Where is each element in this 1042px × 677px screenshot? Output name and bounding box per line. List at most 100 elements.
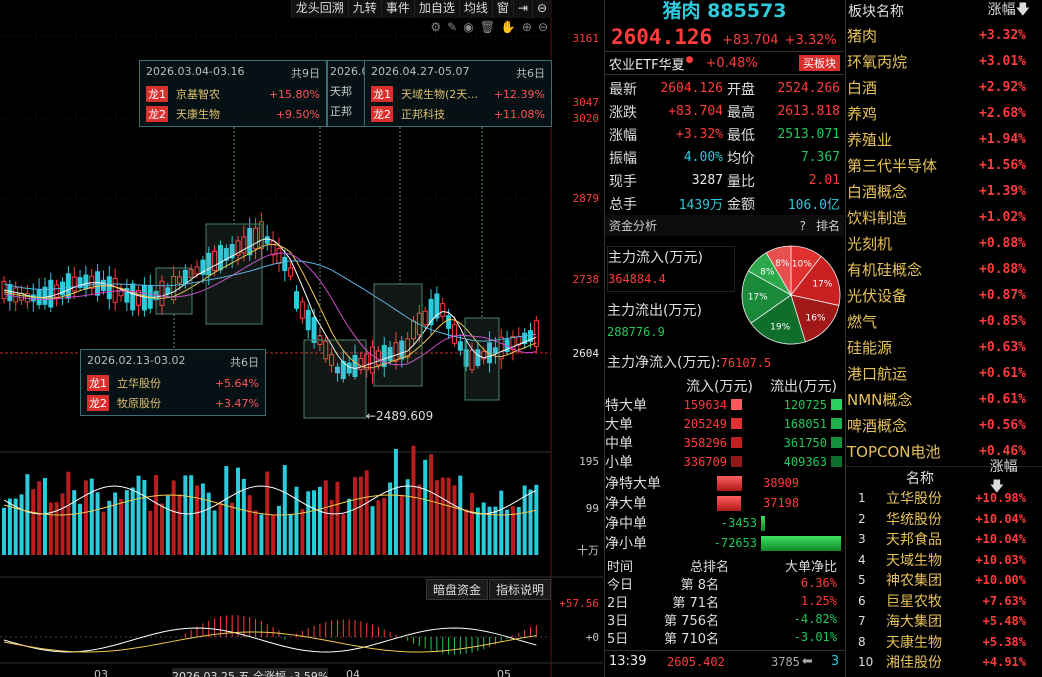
zoom-in-icon[interactable]: ⊕ <box>522 20 532 34</box>
pen-icon[interactable]: ✎ <box>447 20 457 34</box>
popup-stock[interactable]: 天康生物 <box>176 106 276 122</box>
stock-item[interactable]: 7 海大集团 +5.48% <box>846 611 1042 632</box>
net-flow-bar <box>717 496 741 511</box>
toolbar-add-watchlist[interactable]: 加自选 <box>413 0 459 18</box>
etf-name[interactable]: 农业ETF华夏 <box>609 54 685 73</box>
toolbar-nine-turn[interactable]: 九转 <box>347 0 381 18</box>
sector-name-header[interactable]: 板块名称 <box>848 1 904 21</box>
buy-sector-button[interactable]: 买板块 <box>799 55 840 71</box>
eye-icon[interactable]: ◉ <box>463 20 473 34</box>
indicator-axis-label: +0 <box>585 631 599 644</box>
stock-item[interactable]: 2 华统股份 +10.04% <box>846 509 1042 530</box>
stock-item[interactable]: 4 天域生物 +10.03% <box>846 550 1042 571</box>
indicator-desc-button[interactable]: 指标说明 <box>489 579 552 600</box>
dragon-popup[interactable]: 2026.04.0 天邦 正邦 <box>327 60 365 127</box>
popup-stock[interactable]: 天邦 <box>330 83 358 99</box>
popup-stock[interactable]: 牧原股份 <box>117 395 215 411</box>
volume-bar <box>376 500 381 555</box>
sector-pct-header[interactable]: 涨幅 <box>988 2 1016 18</box>
toolbar-dragon-review[interactable]: 龙头回溯 <box>290 0 348 18</box>
volume-bar <box>113 492 118 555</box>
sector-item[interactable]: 燃气 +0.85% <box>846 308 1042 334</box>
candle-body <box>446 315 452 329</box>
dragon-popup[interactable]: 2026.02.13-03.02 共6日 龙1 立华股份 +5.64% 龙2 牧原股份 +… <box>80 349 266 416</box>
chart-toolbar: 龙头回溯 九转 事件 加自选 均线 窗 ⇥ ⊖ <box>290 0 551 18</box>
sector-name: 港口航运 <box>847 364 908 383</box>
trash-icon[interactable]: 🗑 <box>480 20 495 34</box>
volume-bar <box>171 480 176 555</box>
sector-item[interactable]: 硅能源 +0.63% <box>846 334 1042 360</box>
hand-icon[interactable]: ✋ <box>501 20 516 34</box>
sector-item[interactable]: 啤酒概念 +0.56% <box>846 412 1042 438</box>
popup-stock[interactable]: 正邦 <box>330 103 358 119</box>
stock-rank: 7 <box>858 614 866 629</box>
volume-bar <box>83 480 88 555</box>
popup-stock[interactable]: 京基智农 <box>176 86 269 102</box>
sector-item[interactable]: 养鸡 +2.68% <box>846 100 1042 126</box>
sector-item[interactable]: 第三代半导体 +1.56% <box>846 152 1042 178</box>
etf-row[interactable]: 农业ETF华夏 ● +0.48% 买板块 <box>605 52 844 74</box>
expand-icon[interactable]: ⇥ <box>512 0 532 18</box>
quote-value: +83.704 <box>668 104 723 119</box>
stock-pct-header[interactable]: 涨幅 <box>990 459 1018 475</box>
dark-pool-button[interactable]: 暗盘资金 <box>426 579 489 600</box>
flow-in-value: 159634 <box>683 397 727 412</box>
stock-item[interactable]: 3 天邦食品 +10.04% <box>846 529 1042 550</box>
sector-item[interactable]: 白酒概念 +1.39% <box>846 178 1042 204</box>
sector-name: TOPCON电池 <box>847 442 941 461</box>
toolbar-ma[interactable]: 均线 <box>458 0 492 18</box>
volume-bar <box>329 499 334 555</box>
sector-name: 环氧丙烷 <box>847 52 908 71</box>
sector-pct: +2.92% <box>979 79 1026 95</box>
arrow-left-icon: ⬅ <box>801 654 813 669</box>
sector-item[interactable]: NMN概念 +0.61% <box>846 386 1042 412</box>
settings-icon[interactable]: ⚙ <box>430 20 441 34</box>
toolbar-events[interactable]: 事件 <box>380 0 414 18</box>
stock-item[interactable]: 10 湘佳股份 +4.91% <box>846 652 1042 673</box>
stock-item[interactable]: 5 神农集团 +10.00% <box>846 570 1042 591</box>
volume-bar <box>177 494 182 555</box>
sector-item[interactable]: 猪肉 +3.32% <box>846 22 1042 48</box>
help-icon[interactable]: ? <box>800 219 806 233</box>
sector-item[interactable]: 饮料制造 +1.02% <box>846 204 1042 230</box>
volume-bar <box>259 514 264 555</box>
fund-rank-link[interactable]: 排名 <box>816 219 840 233</box>
volume-bar <box>142 479 147 555</box>
sector-item[interactable]: 光伏设备 +0.87% <box>846 282 1042 308</box>
stock-item[interactable]: 1 立华股份 +10.98% <box>846 488 1042 509</box>
popup-range: 2026.03.04-03.16 <box>146 65 245 78</box>
volume-bar <box>364 470 369 555</box>
popup-stock[interactable]: 正邦科技 <box>401 106 494 122</box>
zoom-out-icon[interactable]: ⊖ <box>531 0 551 18</box>
sector-item[interactable]: 光刻机 +0.88% <box>846 230 1042 256</box>
dragon-popup[interactable]: 2026.04.27-05.07 共6日 龙1 天域生物(2天… +12.39% 龙2… <box>364 60 552 127</box>
stock-name-header[interactable]: 名称 <box>906 468 990 488</box>
dragon-popup[interactable]: 2026.03.04-03.16 共9日 龙1 京基智农 +15.80% 龙2 天康生物… <box>139 60 327 127</box>
stock-item[interactable]: 8 天康生物 +5.38% <box>846 632 1042 653</box>
sector-pct: +0.61% <box>979 365 1026 381</box>
sector-item[interactable]: 养殖业 +1.94% <box>846 126 1042 152</box>
sector-item[interactable]: 有机硅概念 +0.88% <box>846 256 1042 282</box>
popup-stock[interactable]: 天域生物(2天… <box>401 86 494 102</box>
volume-bar <box>335 481 340 555</box>
sort-desc-icon[interactable]: 🡇 <box>1016 2 1030 18</box>
volume-bar <box>195 485 200 555</box>
candle-body <box>95 271 101 296</box>
volume-bar <box>423 459 428 555</box>
kline-chart[interactable]: 龙头回溯 九转 事件 加自选 均线 窗 ⇥ ⊖ ⚙ ✎ ◉ 🗑 ✋ ⊕ ⊖ 31… <box>0 0 603 677</box>
stock-list-header[interactable]: 名称 涨幅🡇 <box>846 459 1042 495</box>
zoom-out-icon[interactable]: ⊖ <box>538 20 548 34</box>
stock-item[interactable]: 6 巨星农牧 +7.63% <box>846 591 1042 612</box>
sector-item[interactable]: 环氧丙烷 +3.01% <box>846 48 1042 74</box>
stock-rank: 2 <box>858 511 866 526</box>
flow-table: 流入(万元) 流出(万元) 特大单 159634 120725 大单 205249 168… <box>605 376 845 471</box>
stock-list: 1 立华股份 +10.98% 2 华统股份 +10.04% 3 天邦食品 +10.04% 4 天域生… <box>846 488 1042 673</box>
sector-item[interactable]: 白酒 +2.92% <box>846 74 1042 100</box>
price-axis-label: 2738 <box>572 273 600 286</box>
sector-list-header[interactable]: 板块名称 涨幅🡇 <box>846 0 1042 22</box>
toolbar-window[interactable]: 窗 <box>491 0 513 18</box>
flow-in-header: 流入(万元) <box>686 378 753 395</box>
flow-in-value: 358296 <box>683 435 727 450</box>
sector-item[interactable]: 港口航运 +0.61% <box>846 360 1042 386</box>
popup-stock[interactable]: 立华股份 <box>117 375 215 391</box>
